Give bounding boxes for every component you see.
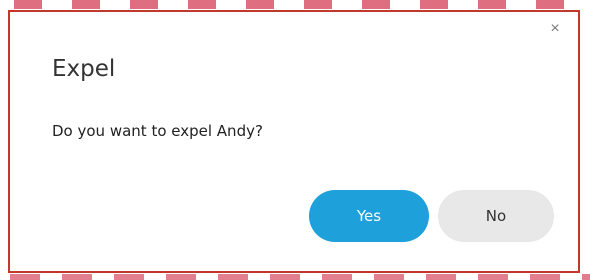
expel-dialog: × Expel Do you want to expel Andy? Yes N…	[8, 10, 580, 273]
dialog-title: Expel	[52, 56, 116, 82]
dialog-message: Do you want to expel Andy?	[52, 122, 263, 140]
background-strip-bottom	[0, 274, 590, 280]
close-icon[interactable]: ×	[546, 20, 564, 38]
background-strip-top	[0, 0, 590, 9]
yes-button[interactable]: Yes	[309, 190, 429, 242]
no-button[interactable]: No	[438, 190, 554, 242]
